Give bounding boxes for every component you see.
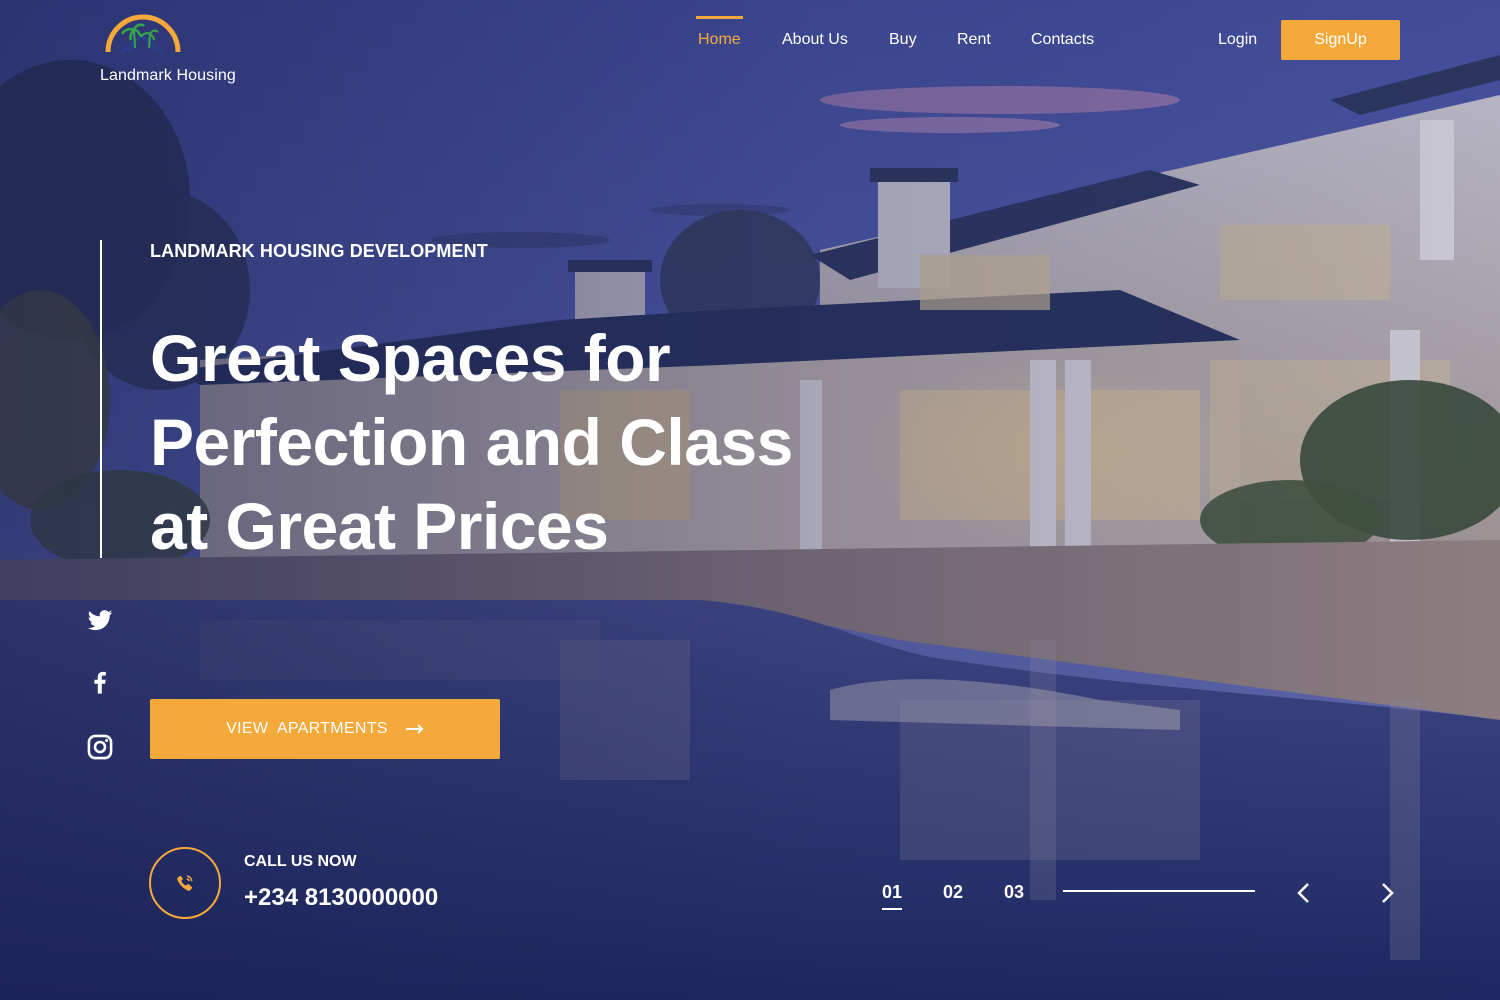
nav-item-rent[interactable]: Rent — [957, 16, 991, 66]
arrow-right-icon — [405, 724, 424, 734]
headline-line-1: Great Spaces for — [150, 321, 671, 395]
facebook-icon[interactable] — [86, 668, 114, 696]
nav-item-home[interactable]: Home — [696, 16, 743, 66]
instagram-icon[interactable] — [86, 733, 114, 761]
house-palm-sun-logo-icon — [105, 14, 181, 54]
slide-indicator-03[interactable]: 03 — [1004, 882, 1024, 903]
slider-progress-line — [1063, 890, 1255, 892]
phone-icon — [177, 875, 193, 891]
brand-name: Landmark Housing — [100, 67, 236, 84]
call-button[interactable] — [149, 847, 221, 919]
nav-item-contacts[interactable]: Contacts — [1031, 16, 1094, 66]
twitter-icon[interactable] — [86, 606, 114, 634]
view-apartments-button[interactable]: VIEW APARTMENTS — [150, 699, 500, 759]
chevron-right-icon[interactable] — [1372, 878, 1402, 908]
nav-item-about-us[interactable]: About Us — [782, 16, 848, 66]
call-number[interactable]: +234 8130000000 — [244, 884, 438, 912]
chevron-left-icon[interactable] — [1289, 878, 1319, 908]
signup-button[interactable]: SignUp — [1281, 20, 1400, 60]
view-apartments-label: VIEW APARTMENTS — [226, 720, 388, 737]
slide-indicator-02[interactable]: 02 — [943, 882, 963, 903]
accent-divider — [100, 240, 102, 558]
hero-eyebrow: LANDMARK HOUSING DEVELOPMENT — [150, 241, 488, 261]
nav-item-buy[interactable]: Buy — [889, 16, 917, 66]
slide-indicator-01[interactable]: 01 — [882, 882, 903, 910]
brand-logo[interactable]: Landmark Housing — [100, 8, 250, 88]
login-link[interactable]: Login — [1218, 16, 1257, 66]
headline-line-3: at Great Prices — [150, 489, 609, 563]
call-label: CALL US NOW — [244, 853, 357, 870]
hero-headline: Great Spaces for Perfection and Class at… — [150, 316, 850, 568]
headline-line-2: Perfection and Class — [150, 405, 793, 479]
